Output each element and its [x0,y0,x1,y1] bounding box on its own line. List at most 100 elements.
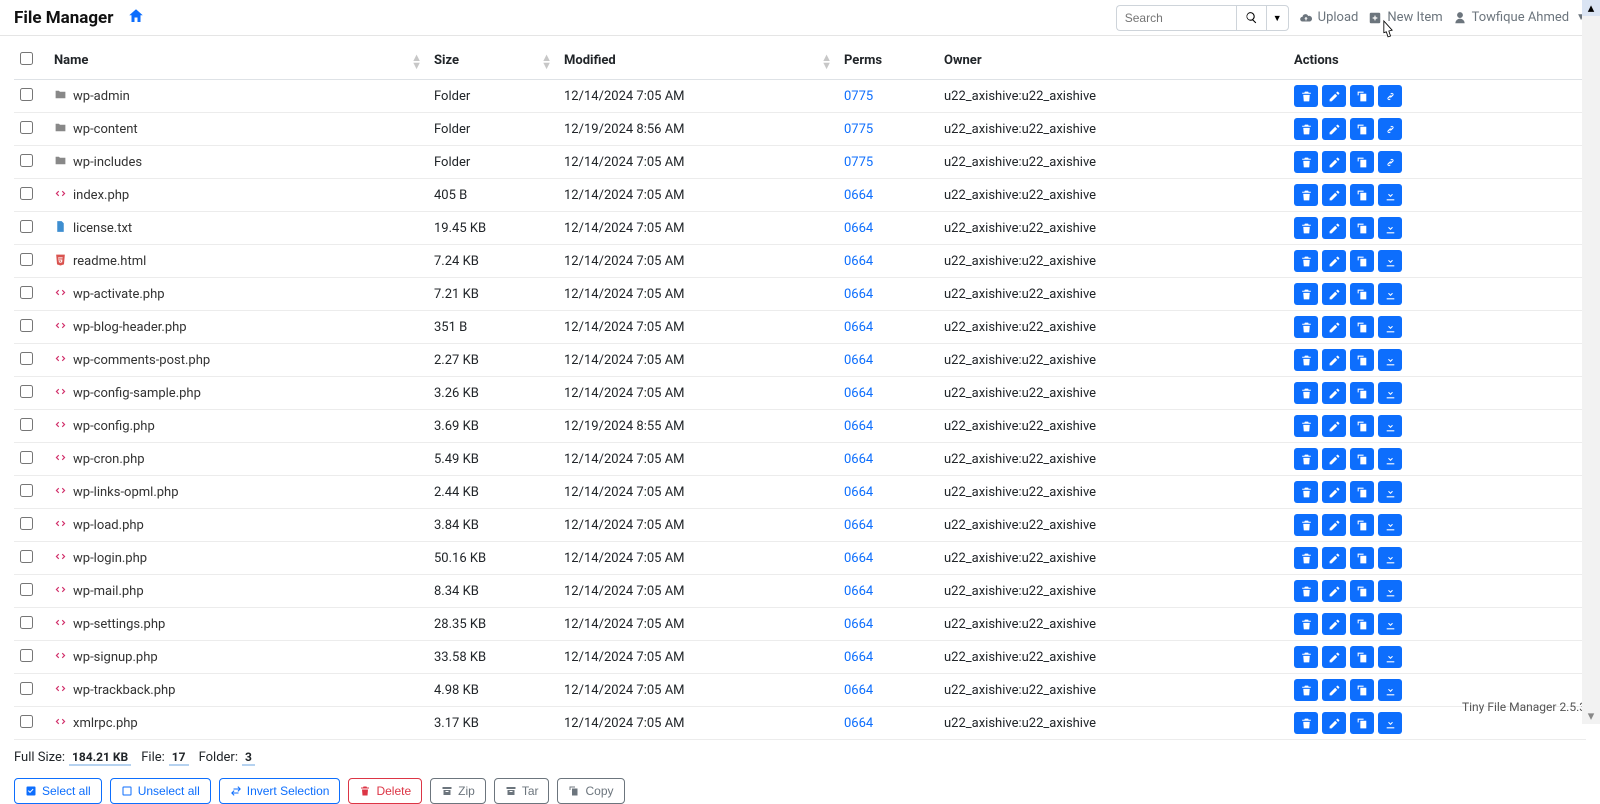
action-direct-link[interactable] [1378,151,1402,173]
row-checkbox[interactable] [20,682,33,695]
perms-link[interactable]: 0664 [844,254,873,269]
action-rename[interactable] [1322,217,1346,239]
perms-link[interactable]: 0664 [844,584,873,599]
action-delete[interactable] [1294,514,1318,536]
action-download[interactable] [1378,250,1402,272]
action-copy[interactable] [1350,184,1374,206]
action-rename[interactable] [1322,547,1346,569]
action-rename[interactable] [1322,646,1346,668]
row-checkbox[interactable] [20,187,33,200]
tar-button[interactable]: Tar [494,778,550,804]
perms-link[interactable]: 0664 [844,683,873,698]
perms-link[interactable]: 0664 [844,518,873,533]
perms-link[interactable]: 0664 [844,353,873,368]
item-name-link[interactable]: wp-load.php [73,518,144,533]
unselect-all-button[interactable]: Unselect all [110,778,211,804]
action-copy[interactable] [1350,151,1374,173]
row-checkbox[interactable] [20,121,33,134]
th-name[interactable]: Name▲▼ [48,44,428,80]
action-rename[interactable] [1322,316,1346,338]
action-delete[interactable] [1294,283,1318,305]
perms-link[interactable]: 0664 [844,485,873,500]
row-checkbox[interactable] [20,715,33,728]
action-download[interactable] [1378,283,1402,305]
action-download[interactable] [1378,217,1402,239]
th-modified[interactable]: Modified▲▼ [558,44,838,80]
action-copy[interactable] [1350,514,1374,536]
action-delete[interactable] [1294,613,1318,635]
perms-link[interactable]: 0664 [844,320,873,335]
action-rename[interactable] [1322,481,1346,503]
item-name-link[interactable]: wp-activate.php [73,287,165,302]
perms-link[interactable]: 0664 [844,221,873,236]
search-dropdown-button[interactable]: ▼ [1266,5,1289,31]
row-checkbox[interactable] [20,484,33,497]
item-name-link[interactable]: wp-links-opml.php [73,485,179,500]
action-delete[interactable] [1294,217,1318,239]
action-direct-link[interactable] [1378,85,1402,107]
row-checkbox[interactable] [20,253,33,266]
item-name-link[interactable]: wp-includes [73,155,142,170]
action-delete[interactable] [1294,85,1318,107]
action-download[interactable] [1378,712,1402,734]
action-download[interactable] [1378,514,1402,536]
user-menu[interactable]: Towfique Ahmed ▼ [1453,10,1586,25]
action-download[interactable] [1378,415,1402,437]
action-copy[interactable] [1350,382,1374,404]
item-name-link[interactable]: wp-settings.php [73,617,165,632]
perms-link[interactable]: 0664 [844,287,873,302]
perms-link[interactable]: 0664 [844,386,873,401]
row-checkbox[interactable] [20,220,33,233]
action-copy[interactable] [1350,646,1374,668]
perms-link[interactable]: 0664 [844,419,873,434]
action-rename[interactable] [1322,514,1346,536]
perms-link[interactable]: 0664 [844,617,873,632]
action-download[interactable] [1378,448,1402,470]
action-rename[interactable] [1322,382,1346,404]
action-copy[interactable] [1350,118,1374,140]
action-delete[interactable] [1294,151,1318,173]
zip-button[interactable]: Zip [430,778,486,804]
row-checkbox[interactable] [20,616,33,629]
perms-link[interactable]: 0664 [844,188,873,203]
item-name-link[interactable]: wp-config-sample.php [73,386,201,401]
action-copy[interactable] [1350,85,1374,107]
perms-link[interactable]: 0664 [844,452,873,467]
action-download[interactable] [1378,547,1402,569]
action-delete[interactable] [1294,250,1318,272]
row-checkbox[interactable] [20,319,33,332]
action-copy[interactable] [1350,349,1374,371]
copy-button[interactable]: Copy [557,778,624,804]
action-download[interactable] [1378,184,1402,206]
action-rename[interactable] [1322,85,1346,107]
action-delete[interactable] [1294,580,1318,602]
app-version[interactable]: Tiny File Manager 2.5.3 [1462,700,1586,714]
perms-link[interactable]: 0775 [844,89,873,104]
invert-selection-button[interactable]: Invert Selection [219,778,341,804]
row-checkbox[interactable] [20,583,33,596]
perms-link[interactable]: 0775 [844,155,873,170]
action-rename[interactable] [1322,712,1346,734]
search-button[interactable] [1236,5,1266,31]
scrollbar-up-icon[interactable]: ▴ [1582,0,1600,16]
item-name-link[interactable]: wp-login.php [73,551,147,566]
item-name-link[interactable]: wp-signup.php [73,650,158,665]
action-download[interactable] [1378,481,1402,503]
action-rename[interactable] [1322,679,1346,701]
item-name-link[interactable]: wp-admin [73,89,130,104]
row-checkbox[interactable] [20,550,33,563]
action-delete[interactable] [1294,118,1318,140]
action-rename[interactable] [1322,118,1346,140]
row-checkbox[interactable] [20,385,33,398]
scrollbar-track[interactable]: ▴ ▾ [1582,0,1600,724]
item-name-link[interactable]: xmlrpc.php [73,716,138,731]
select-all-checkbox[interactable] [20,52,33,65]
new-item-link[interactable]: New Item [1368,10,1442,25]
action-rename[interactable] [1322,415,1346,437]
search-input[interactable] [1116,5,1236,31]
action-delete[interactable] [1294,382,1318,404]
action-copy[interactable] [1350,415,1374,437]
action-rename[interactable] [1322,283,1346,305]
row-checkbox[interactable] [20,451,33,464]
action-delete[interactable] [1294,316,1318,338]
